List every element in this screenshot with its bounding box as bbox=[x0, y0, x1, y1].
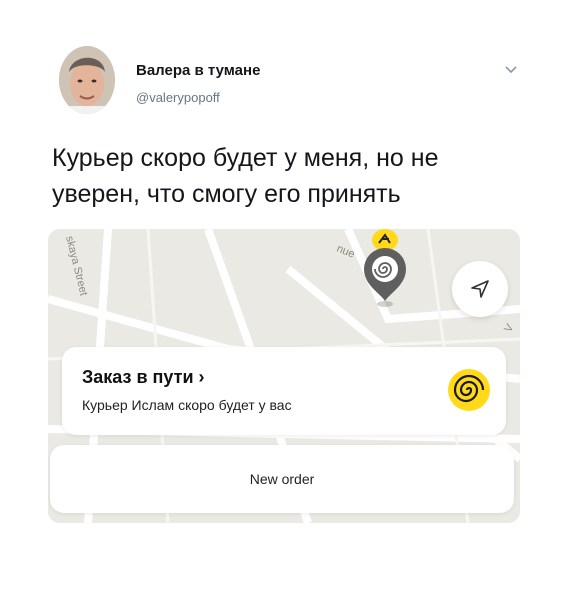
order-status-title-text: Заказ в пути bbox=[82, 367, 194, 387]
order-status-subtitle: Курьер Ислам скоро будет у вас bbox=[82, 397, 292, 413]
service-logo-icon bbox=[446, 367, 492, 413]
location-pin-icon[interactable] bbox=[360, 245, 410, 309]
chevron-right-icon: › bbox=[198, 367, 205, 387]
avatar[interactable] bbox=[59, 46, 115, 114]
tweet-text-line: Курьер скоро будет у меня, но не bbox=[52, 144, 439, 172]
author-handle[interactable]: @valerypopoff bbox=[136, 90, 220, 105]
author-name[interactable]: Валера в тумане bbox=[136, 62, 260, 79]
navigate-button[interactable] bbox=[452, 261, 508, 317]
app-screenshot: skaya Street nue V Заказ в пути › Курьер… bbox=[48, 229, 520, 523]
tweet-text: Курьер скоро будет у меня, но не уверен,… bbox=[52, 140, 532, 212]
new-order-button[interactable]: New order bbox=[50, 445, 514, 513]
order-status-title[interactable]: Заказ в пути › bbox=[82, 367, 205, 388]
tweet-text-line: уверен, что смогу его принять bbox=[52, 180, 401, 208]
navigation-arrow-icon bbox=[471, 280, 489, 298]
chevron-down-icon[interactable] bbox=[504, 62, 518, 74]
tweet-header: Валера в тумане @valerypopoff bbox=[0, 0, 573, 130]
order-status-card[interactable]: Заказ в пути › Курьер Ислам скоро будет … bbox=[62, 347, 506, 435]
